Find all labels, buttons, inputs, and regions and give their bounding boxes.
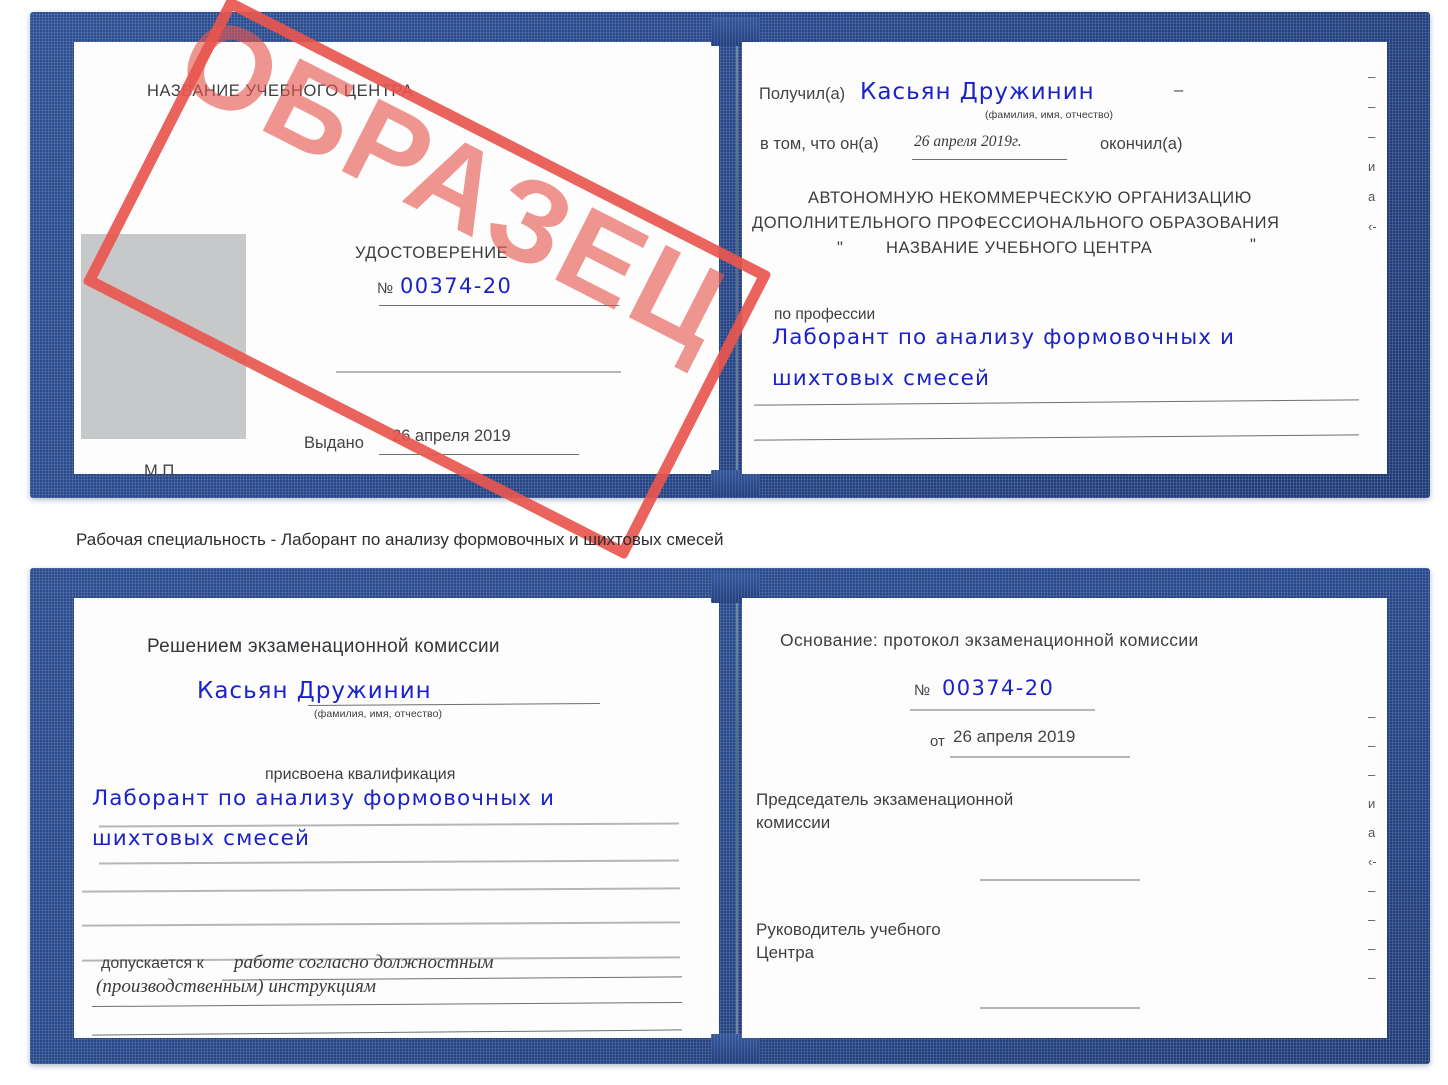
edge-fragment: – [1368, 69, 1376, 84]
edge-fragment: – [1368, 883, 1376, 898]
from-label: от [930, 733, 945, 750]
qualification-rule-2 [98, 859, 680, 865]
edge-fragment: – [1368, 129, 1376, 144]
in-that-label: в том, что он(а) [760, 135, 879, 153]
admitted-label: допускается к [101, 955, 204, 972]
seal-place-label: М.П. [144, 462, 179, 480]
name-hint-bottom: (фамилия, имя, отчество) [314, 708, 443, 720]
chairman-line-1: Председатель экзаменационной [756, 790, 1014, 809]
finished-label: окончил(а) [1100, 135, 1183, 153]
completion-date: 26 апреля 2019г. [914, 133, 1022, 150]
profession-rule-1 [754, 399, 1359, 406]
certificate-bottom: Решением экзаменационной комиссии Касьян… [30, 568, 1430, 1064]
protocol-number-rule [910, 709, 1095, 712]
received-name-top: Касьян Дружинин [860, 79, 1095, 105]
edge-fragment: – [1368, 912, 1376, 927]
profession-rule-2 [754, 434, 1359, 441]
head-line-2: Центра [756, 943, 815, 962]
received-label: Получил(а) [759, 85, 846, 103]
admitted-rule-3 [92, 1029, 682, 1036]
edge-fragment: ‹- [1368, 219, 1377, 234]
edge-fragment: – [1368, 709, 1376, 724]
qualification-line-2: шихтовых смесей [92, 826, 311, 851]
spine-bottom [736, 601, 738, 1038]
edge-fragment: – [1368, 767, 1376, 782]
profession-line-1: Лаборант по анализу формовочных и [772, 325, 1236, 350]
number-symbol-top: № [377, 280, 394, 297]
head-signature-rule [980, 1007, 1140, 1010]
certificate-top: НАЗВАНИЕ УЧЕБНОГО ЦЕНТРА УДОСТОВЕРЕНИЕ №… [30, 0, 1430, 560]
issued-label: Выдано [304, 434, 364, 452]
organization-quote-close: " [1250, 236, 1257, 254]
number-symbol-bottom: № [914, 682, 931, 699]
chairman-signature-rule [980, 879, 1140, 882]
profession-label: по профессии [774, 306, 876, 323]
head-line-1: Руководитель учебного [756, 920, 941, 939]
protocol-date-rule [950, 756, 1130, 759]
organization-quote-open: " [837, 239, 844, 257]
certificate-number-top: 00374-20 [400, 274, 513, 298]
issued-date: 26 апреля 2019 [392, 427, 511, 445]
decision-title: Решением экзаменационной комиссии [147, 636, 500, 657]
training-center-name-top: НАЗВАНИЕ УЧЕБНОГО ЦЕНТРА [147, 82, 414, 100]
organization-line-1: АВТОНОМНУЮ НЕКОММЕРЧЕСКУЮ ОРГАНИЗАЦИЮ [808, 189, 1252, 207]
qualification-label: присвоена квалификация [265, 766, 456, 783]
edge-fragment: и [1368, 796, 1376, 811]
protocol-date: 26 апреля 2019 [953, 727, 1076, 746]
organization-line-2: ДОПОЛНИТЕЛЬНОГО ПРОФЕССИОНАЛЬНОГО ОБРАЗО… [752, 214, 1280, 232]
spine-top [736, 45, 738, 472]
page-caption: Рабочая специальность - Лаборант по анал… [76, 530, 724, 549]
profession-line-2: шихтовых смесей [772, 366, 991, 391]
edge-fragment: и [1368, 159, 1376, 174]
chairman-line-2: комиссии [756, 813, 831, 832]
admitted-rule-2 [92, 1001, 682, 1008]
certificate-bottom-right-page: Основание: протокол экзаменационной коми… [742, 598, 1387, 1038]
person-name-bottom: Касьян Дружинин [197, 678, 432, 704]
received-dash-top: – [1174, 81, 1184, 99]
photo-placeholder [81, 234, 246, 439]
name-hint-top: (фамилия, имя, отчество) [985, 109, 1114, 121]
issued-rule [379, 454, 579, 456]
certificate-top-right-page: Получил(а) Касьян Дружинин (фамилия, имя… [742, 42, 1387, 474]
document-title-udostoverenie: УДОСТОВЕРЕНИЕ [355, 244, 509, 262]
right-edge-clipped-text-bottom: – – – и а ‹- – – – – [1368, 702, 1377, 992]
right-edge-clipped-text-top: – – – и а ‹- [1368, 62, 1377, 242]
blank-rule-top-1 [336, 371, 621, 374]
number-rule-top [379, 305, 619, 307]
edge-fragment: – [1368, 970, 1376, 985]
basis-label: Основание: протокол экзаменационной коми… [780, 630, 1199, 650]
edge-fragment: – [1368, 99, 1376, 114]
blank-rule-b2 [81, 921, 681, 927]
certificate-top-left-page: НАЗВАНИЕ УЧЕБНОГО ЦЕНТРА УДОСТОВЕРЕНИЕ №… [74, 42, 719, 480]
qualification-line-1: Лаборант по анализу формовочных и [92, 786, 556, 811]
spine-notch-bottom-lower [711, 1034, 759, 1062]
certificate-bottom-left-page: Решением экзаменационной комиссии Касьян… [74, 598, 719, 1038]
edge-fragment: – [1368, 941, 1376, 956]
edge-fragment: а [1368, 825, 1376, 840]
organization-line-3: НАЗВАНИЕ УЧЕБНОГО ЦЕНТРА [886, 239, 1153, 257]
edge-fragment: ‹- [1368, 854, 1377, 869]
admitted-line-2: (производственным) инструкциям [96, 976, 376, 997]
blank-rule-b1 [81, 887, 681, 893]
edge-fragment: – [1368, 738, 1376, 753]
protocol-number-bottom: 00374-20 [942, 676, 1055, 700]
completion-date-rule [912, 159, 1067, 161]
edge-fragment: а [1368, 189, 1376, 204]
admitted-line-1: работе согласно должностным [234, 952, 494, 973]
